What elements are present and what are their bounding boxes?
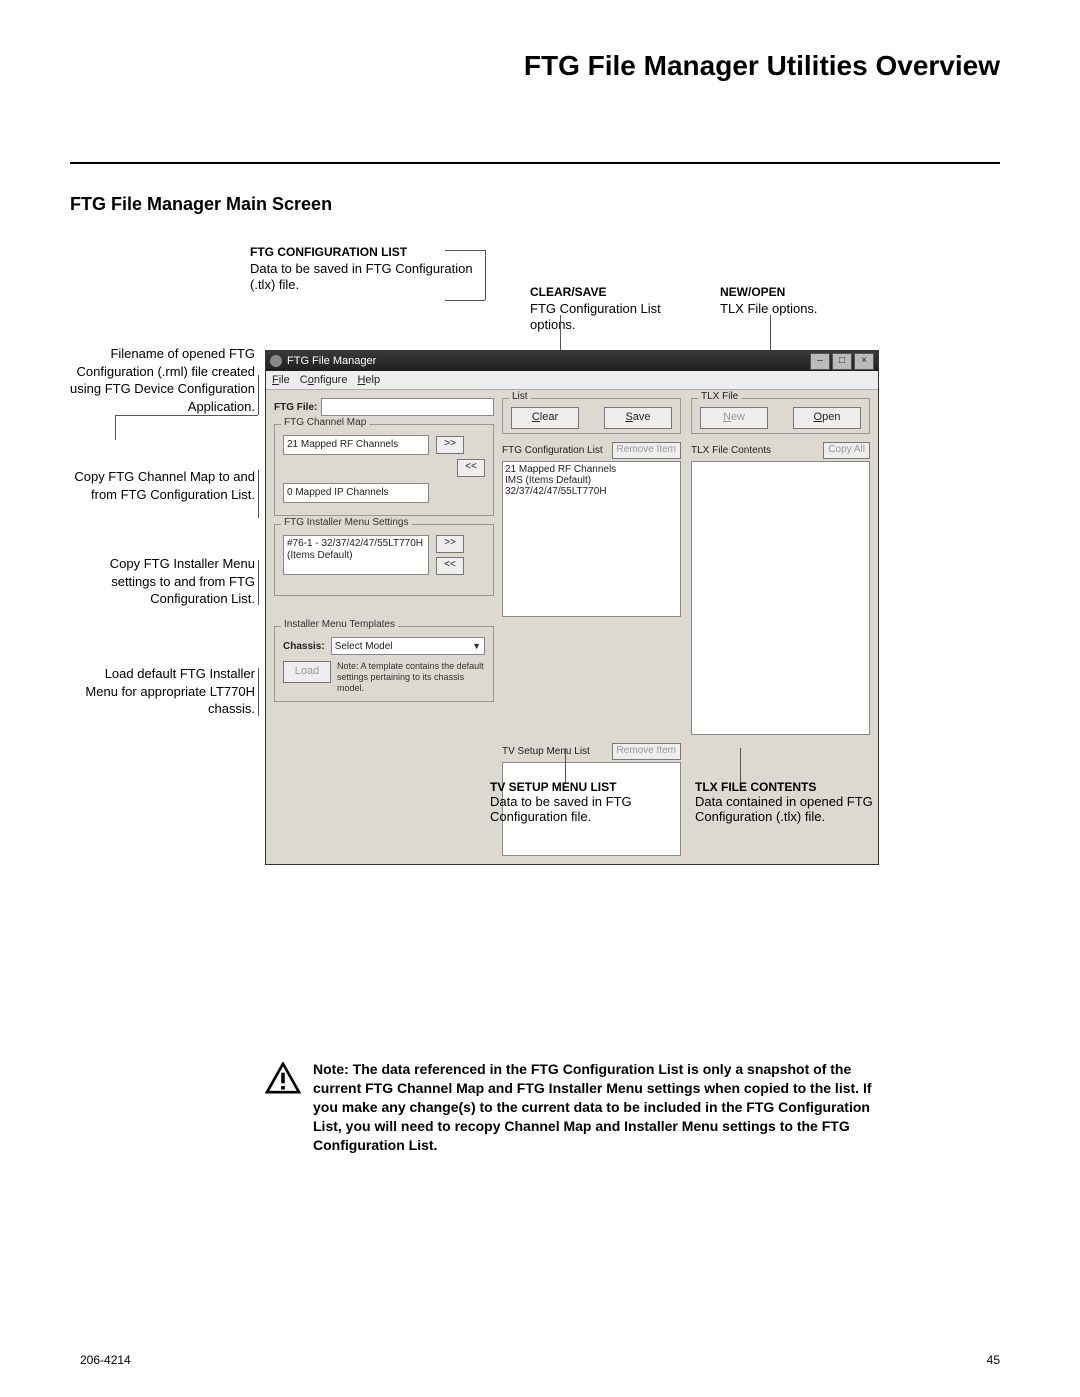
rf-copy-right-button[interactable]: >>	[436, 436, 464, 454]
channel-map-group: FTG Channel Map 21 Mapped RF Channels >>…	[274, 424, 494, 516]
menu-help[interactable]: Help	[357, 374, 380, 386]
close-button[interactable]: ×	[854, 353, 874, 370]
ann-load-template: Load default FTG Installer Menu for appr…	[70, 665, 255, 718]
chassis-value: Select Model	[335, 641, 393, 652]
window-titlebar[interactable]: FTG File Manager – □ ×	[266, 351, 878, 371]
chassis-combo[interactable]: Select Model ▼	[331, 637, 485, 655]
chevron-down-icon: ▼	[472, 641, 481, 651]
menu-configure[interactable]: Configure	[300, 374, 348, 386]
page-number: 45	[987, 1353, 1000, 1367]
ftg-config-list-label: FTG Configuration List	[502, 445, 612, 456]
list-group: List Clear Save	[502, 398, 681, 434]
ftg-file-input[interactable]	[321, 398, 494, 416]
tlx-file-group: TLX File New Open	[691, 398, 870, 434]
copy-all-button[interactable]: Copy All	[823, 442, 870, 459]
tlx-legend: TLX File	[698, 391, 741, 402]
save-button[interactable]: Save	[604, 407, 672, 429]
rf-copy-left-button[interactable]: <<	[457, 459, 485, 477]
menubar: File Configure Help	[266, 371, 878, 390]
tv-remove-item-button[interactable]: Remove Item	[612, 743, 681, 760]
channel-map-legend: FTG Channel Map	[281, 417, 369, 428]
installer-menu-box: #76-1 - 32/37/42/47/55LT770H (Items Defa…	[283, 535, 429, 575]
doc-number: 206-4214	[80, 1353, 131, 1367]
ann-copy-map: Copy FTG Channel Map to and from FTG Con…	[70, 468, 255, 503]
ftg-config-listbox[interactable]: 21 Mapped RF Channels IMS (Items Default…	[502, 461, 681, 617]
templates-group: Installer Menu Templates Chassis: Select…	[274, 626, 494, 702]
remove-item-button[interactable]: Remove Item	[612, 442, 681, 459]
ftg-file-label: FTG File:	[274, 402, 317, 413]
ann-new-open-title: NEW/OPEN	[720, 285, 880, 301]
open-button[interactable]: Open	[793, 407, 861, 429]
ann-clear-save-title: CLEAR/SAVE	[530, 285, 680, 301]
ann-tv-setup-title: TV SETUP MENU LIST	[490, 780, 690, 794]
ann-config-list-title: FTG CONFIGURATION LIST	[250, 245, 480, 261]
tlx-contents-label: TLX File Contents	[691, 445, 823, 456]
installer-copy-left-button[interactable]: <<	[436, 557, 464, 575]
installer-copy-right-button[interactable]: >>	[436, 535, 464, 553]
ann-copy-installer: Copy FTG Installer Menu settings to and …	[70, 555, 255, 608]
ann-tv-setup-body: Data to be saved in FTG Configuration fi…	[490, 794, 690, 824]
minimize-button[interactable]: –	[810, 353, 830, 370]
page-title: FTG File Manager Utilities Overview	[70, 50, 1000, 82]
installer-menu-legend: FTG Installer Menu Settings	[281, 517, 412, 528]
ann-filename: Filename of opened FTG Configuration (.r…	[70, 345, 255, 415]
templates-legend: Installer Menu Templates	[281, 619, 398, 630]
ann-tlx-contents-title: TLX FILE CONTENTS	[695, 780, 925, 794]
list-item[interactable]: IMS (Items Default) 32/37/42/47/55LT770H	[505, 475, 678, 497]
note-text: Note: The data referenced in the FTG Con…	[313, 1060, 895, 1154]
ann-new-open-body: TLX File options.	[720, 301, 880, 318]
list-item[interactable]: 21 Mapped RF Channels	[505, 464, 678, 475]
template-note: Note: A template contains the default se…	[337, 661, 485, 693]
load-button[interactable]: Load	[283, 661, 331, 683]
tlx-contents-listbox[interactable]	[691, 461, 870, 735]
ann-clear-save-body: FTG Configuration List options.	[530, 301, 680, 335]
ann-tlx-contents-body: Data contained in opened FTG Configurati…	[695, 794, 925, 824]
section-title: FTG File Manager Main Screen	[70, 194, 1000, 215]
app-icon	[270, 355, 282, 367]
maximize-button[interactable]: □	[832, 353, 852, 370]
ip-channels-box: 0 Mapped IP Channels	[283, 483, 429, 503]
window-title: FTG File Manager	[287, 355, 376, 367]
divider	[70, 162, 1000, 164]
new-button[interactable]: New	[700, 407, 768, 429]
installer-menu-group: FTG Installer Menu Settings #76-1 - 32/3…	[274, 524, 494, 596]
rf-channels-box: 21 Mapped RF Channels	[283, 435, 429, 455]
clear-button[interactable]: Clear	[511, 407, 579, 429]
warning-icon	[265, 1062, 301, 1094]
menu-file[interactable]: File	[272, 374, 290, 386]
ann-config-list-body: Data to be saved in FTG Configuration (.…	[250, 261, 480, 295]
tv-setup-label: TV Setup Menu List	[502, 746, 612, 757]
chassis-label: Chassis:	[283, 641, 325, 652]
list-legend: List	[509, 391, 531, 402]
